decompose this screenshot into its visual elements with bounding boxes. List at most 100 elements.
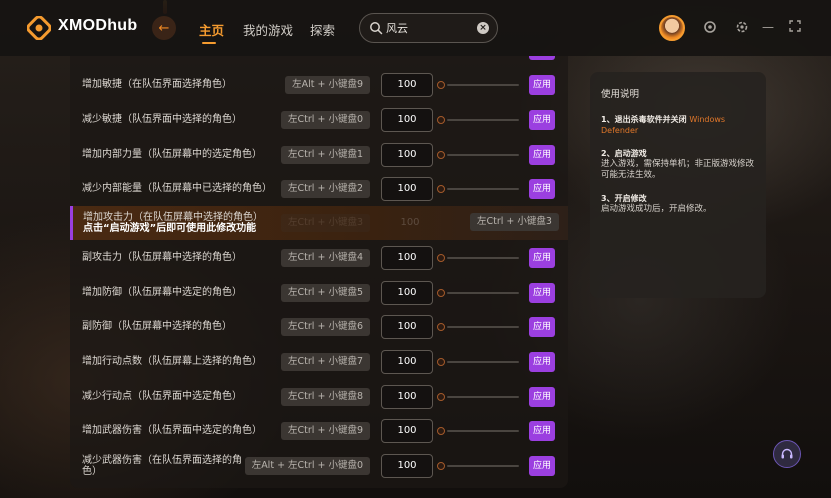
mod-row: 增加敏捷（在队伍界面选择角色） 左Alt + 小键盘9 100 应用: [70, 68, 568, 102]
mod-label: 副防御（队伍屏幕中选择的角色）: [82, 321, 232, 332]
slider-track[interactable]: [447, 465, 519, 467]
value-input[interactable]: 100: [381, 177, 433, 201]
value-input[interactable]: 100: [381, 385, 433, 409]
hotkey-button-ghost: 左Ctrl + 小键盘3: [281, 214, 370, 232]
mod-row: 增加行动点数（队伍屏幕上选择的角色） 左Ctrl + 小键盘7 100 应用: [70, 345, 568, 379]
slider-track[interactable]: [447, 396, 519, 398]
hotkey-button[interactable]: 左Ctrl + 小键盘6: [281, 318, 370, 336]
hotkey-button[interactable]: 左Ctrl + 小键盘4: [281, 249, 370, 267]
step-3-text: 启动游戏成功后，开启修改。: [601, 204, 712, 214]
slider-track[interactable]: [447, 292, 519, 294]
slider-handle[interactable]: [437, 151, 445, 159]
slider-handle[interactable]: [437, 116, 445, 124]
mod-label-text: 增加攻击力（在队伍屏幕中选择的角色）: [83, 212, 263, 223]
mod-row: 减少武器伤害（在队伍界面选择的角色） 左Alt + 左Ctrl + 小键盘0 1…: [70, 449, 568, 483]
apply-button[interactable]: 应用: [529, 110, 555, 130]
mod-label: 增加敏捷（在队伍界面选择角色）: [82, 79, 232, 90]
hotkey-button[interactable]: 左Ctrl + 小键盘3: [470, 213, 559, 231]
search-input[interactable]: [386, 20, 476, 36]
value-input[interactable]: 100: [381, 281, 433, 305]
slider-track[interactable]: [447, 119, 519, 121]
mod-row: 增加武器伤害（队伍界面中选定的角色） 左Ctrl + 小键盘9 100 应用: [70, 414, 568, 448]
hotkey-button[interactable]: 左Ctrl + 小键盘7: [281, 353, 370, 371]
value-input[interactable]: 100: [381, 108, 433, 132]
apply-button[interactable]: 应用: [529, 456, 555, 476]
mod-label: 增加武器伤害（队伍界面中选定的角色）: [82, 425, 262, 436]
slider-handle[interactable]: [437, 358, 445, 366]
value-input[interactable]: 100: [381, 73, 433, 97]
top-bar: XMODhub ← 主页 我的游戏 探索 × —: [0, 0, 831, 56]
hotkey-button[interactable]: 左Alt + 小键盘9: [285, 76, 370, 94]
notification-icon[interactable]: [703, 20, 717, 34]
mod-label: 副攻击力（队伍屏幕中选择的角色）: [82, 252, 242, 263]
instruction-step-1: 1、退出杀毒软件并关闭 Windows Defender: [601, 114, 755, 136]
apply-button[interactable]: 应用: [529, 387, 555, 407]
slider-track[interactable]: [447, 430, 519, 432]
mod-row: 减少内部能量（队伍屏幕中已选择的角色） 左Ctrl + 小键盘2 100 应用: [70, 172, 568, 206]
support-button[interactable]: [773, 440, 801, 468]
hotkey-button[interactable]: 左Alt + 左Ctrl + 小键盘0: [244, 457, 370, 475]
settings-icon[interactable]: [735, 20, 749, 34]
instructions-panel: 使用说明 1、退出杀毒软件并关闭 Windows Defender 2、启动游戏…: [590, 72, 766, 298]
value-input[interactable]: 100: [381, 315, 433, 339]
slider-handle[interactable]: [437, 185, 445, 193]
minimize-icon[interactable]: —: [761, 20, 775, 34]
value-input[interactable]: 100: [381, 454, 433, 478]
instruction-step-2: 2、启动游戏 进入游戏，需保持单机；非正版游戏修改可能无法生效。: [601, 148, 755, 181]
value-input[interactable]: 100: [381, 246, 433, 270]
mod-row: 减少行动点（队伍界面中选定角色） 左Ctrl + 小键盘8 100 应用: [70, 380, 568, 414]
mod-row: 增加防御（队伍屏幕中选定的角色） 左Ctrl + 小键盘5 100 应用: [70, 276, 568, 310]
clear-search-icon[interactable]: ×: [477, 22, 489, 34]
avatar[interactable]: [659, 15, 685, 41]
slider-handle[interactable]: [437, 81, 445, 89]
slider-handle[interactable]: [437, 393, 445, 401]
apply-button[interactable]: 应用: [529, 75, 555, 95]
mod-label: 增加内部力量（队伍屏幕中的选定角色）: [82, 149, 262, 160]
step-1-title: 1、退出杀毒软件并关闭: [601, 115, 687, 124]
search-box: ×: [359, 13, 498, 43]
mod-row: 副防御（队伍屏幕中选择的角色） 左Ctrl + 小键盘6 100 应用: [70, 310, 568, 344]
slider-track[interactable]: [447, 84, 519, 86]
mod-list-panel: 增加敏捷（在队伍界面选择角色） 左Alt + 小键盘9 100 应用 减少敏捷（…: [70, 56, 568, 488]
apply-button[interactable]: 应用: [529, 145, 555, 165]
apply-button[interactable]: 应用: [529, 179, 555, 199]
mod-label: 减少武器伤害（在队伍界面选择的角色）: [82, 455, 242, 477]
apply-button[interactable]: 应用: [529, 421, 555, 441]
back-button[interactable]: ←: [152, 16, 176, 40]
hotkey-button[interactable]: 左Ctrl + 小键盘5: [281, 284, 370, 302]
apply-button[interactable]: 应用: [529, 317, 555, 337]
hotkey-button[interactable]: 左Ctrl + 小键盘9: [281, 422, 370, 440]
slider-track[interactable]: [447, 257, 519, 259]
maximize-icon[interactable]: [788, 20, 802, 34]
slider-track[interactable]: [447, 188, 519, 190]
hotkey-button[interactable]: 左Ctrl + 小键盘8: [281, 388, 370, 406]
slider-handle[interactable]: [437, 323, 445, 331]
headset-icon: [781, 448, 793, 459]
apply-button[interactable]: 应用: [529, 352, 555, 372]
slider-handle[interactable]: [437, 289, 445, 297]
slider-track[interactable]: [447, 326, 519, 328]
step-2-text: 进入游戏，需保持单机；非正版游戏修改可能无法生效。: [601, 159, 755, 180]
nav-explore[interactable]: 探索: [310, 20, 335, 39]
slider-handle[interactable]: [437, 462, 445, 470]
apply-button[interactable]: 应用: [529, 283, 555, 303]
hotkey-button[interactable]: 左Ctrl + 小键盘0: [281, 111, 370, 129]
hotkey-button[interactable]: 左Ctrl + 小键盘1: [281, 146, 370, 164]
value-input[interactable]: 100: [381, 350, 433, 374]
slider-handle[interactable]: [437, 427, 445, 435]
slider-handle[interactable]: [437, 254, 445, 262]
value-input[interactable]: 100: [381, 419, 433, 443]
launch-game-warning: 点击“启动游戏”后即可使用此修改功能: [83, 223, 257, 234]
apply-button[interactable]: 应用: [529, 248, 555, 268]
apply-button-partial[interactable]: [529, 56, 555, 60]
nav-active-indicator: [202, 42, 216, 44]
mod-label: 增加行动点数（队伍屏幕上选择的角色）: [82, 356, 262, 367]
slider-track[interactable]: [447, 154, 519, 156]
nav-my-games[interactable]: 我的游戏: [243, 20, 293, 39]
hotkey-button[interactable]: 左Ctrl + 小键盘2: [281, 180, 370, 198]
value-input[interactable]: 100: [381, 143, 433, 167]
mod-row: 减少敏捷（队伍界面中选择的角色） 左Ctrl + 小键盘0 100 应用: [70, 103, 568, 137]
step-2-title: 2、启动游戏: [601, 149, 647, 158]
nav-home[interactable]: 主页: [199, 20, 224, 39]
slider-track[interactable]: [447, 361, 519, 363]
